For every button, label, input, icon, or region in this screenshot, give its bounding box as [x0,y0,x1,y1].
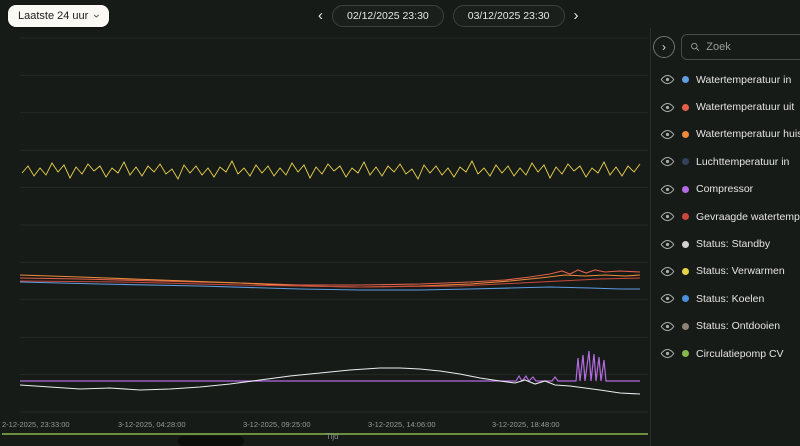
legend-label: Watertemperatuur huis in [696,128,800,141]
x-tick-label: 3-12-2025, 09:25:00 [243,420,311,429]
legend-item[interactable]: Gevraagde watertemperatuur [651,203,800,230]
eye-icon[interactable] [660,266,675,277]
time-range-button[interactable]: Laatste 24 uur › [8,5,110,27]
eye-icon[interactable] [660,321,675,332]
x-tick-label: 2-12-2025, 23:33:00 [2,420,70,429]
legend-color-dot [682,295,689,303]
eye-icon[interactable] [660,211,675,222]
legend-label: Circulatiepomp CV [696,347,784,360]
legend-color-dot [682,213,689,221]
legend-color-dot [682,158,689,166]
eye-icon[interactable] [660,348,675,359]
eye-icon[interactable] [660,239,675,250]
series-status-verwarmen [21,159,641,180]
legend-color-dot [682,185,689,193]
legend-item[interactable]: Compressor [651,176,800,203]
legend-label: Luchttemperatuur in [696,155,790,168]
legend-item[interactable]: Circulatiepomp CV [651,340,800,367]
x-tick-label: 3-12-2025, 14:06:00 [368,420,436,429]
legend-label: Status: Koelen [696,292,765,305]
legend-label: Compressor [696,183,754,196]
time-range-label: Laatste 24 uur [18,10,89,22]
x-axis-title: Tijd [326,432,339,441]
eye-icon[interactable] [660,156,675,167]
legend-color-dot [682,103,689,111]
legend-item[interactable]: Watertemperatuur uit [651,93,800,120]
eye-icon[interactable] [660,102,675,113]
legend-label: Status: Standby [696,238,771,251]
x-tick-label: 3-12-2025, 18:48:00 [492,420,560,429]
next-button[interactable]: › [574,5,579,27]
prev-button[interactable]: ‹ [318,5,323,27]
legend-label: Status: Verwarmen [696,265,785,278]
eye-icon[interactable] [660,129,675,140]
legend-item[interactable]: Watertemperatuur huis in [651,121,800,148]
bottom-overlay [178,436,244,446]
legend-item[interactable]: Status: Verwarmen [651,258,800,285]
date-to-button[interactable]: 03/12/2025 23:30 [452,5,565,27]
legend-item[interactable]: Status: Koelen [651,285,800,312]
app-window: Laatste 24 uur › ‹ 02/12/2025 23:30 03/1… [0,0,800,446]
x-tick-label: 3-12-2025, 04:28:00 [118,420,186,429]
legend-color-dot [682,350,689,358]
collapse-sidebar-button[interactable]: › [653,36,675,58]
eye-icon[interactable] [660,184,675,195]
legend-sidebar: › Watertemperatuur in Watertemperatuur ui… [650,28,800,446]
chart-canvas[interactable] [0,28,650,446]
date-from-button[interactable]: 02/12/2025 23:30 [332,5,444,27]
legend-label: Status: Ontdooien [696,320,781,333]
legend-label: Gevraagde watertemperatuur [696,210,800,223]
legend-item[interactable]: Watertemperatuur in [651,66,800,93]
date-navigation: ‹ 02/12/2025 23:30 03/12/2025 23:30 › [318,5,579,27]
eye-icon[interactable] [660,74,675,85]
legend-list: Watertemperatuur in Watertemperatuur uit W… [651,66,800,367]
legend-color-dot [682,130,689,138]
chevron-down-icon: › [90,14,105,18]
legend-label: Watertemperatuur in [696,73,792,86]
legend-color-dot [682,76,689,84]
legend-item[interactable]: Status: Ontdooien [651,313,800,340]
legend-color-dot [682,267,689,275]
legend-color-dot [682,240,689,248]
legend-item[interactable]: Status: Standby [651,230,800,257]
legend-item[interactable]: Luchttemperatuur in [651,148,800,175]
legend-label: Watertemperatuur uit [696,101,795,114]
series-compressor [20,350,640,383]
search-icon [691,42,700,52]
search-input[interactable] [706,41,800,53]
search-box[interactable] [681,34,800,60]
legend-color-dot [682,322,689,330]
eye-icon[interactable] [660,293,675,304]
chart-panel: 2-12-2025, 23:33:00 3-12-2025, 04:28:00 3-… [0,28,650,446]
